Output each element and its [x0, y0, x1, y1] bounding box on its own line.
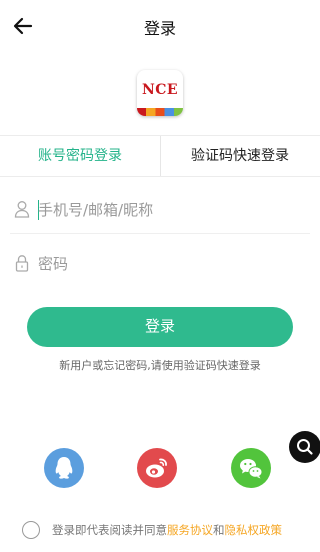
agreement-text: 登录即代表阅读并同意服务协议和隐私权政策 — [52, 522, 282, 538]
tab-password-login[interactable]: 账号密码登录 — [0, 136, 160, 176]
password-field — [0, 240, 320, 288]
divider — [0, 176, 320, 177]
agreement-prefix: 登录即代表阅读并同意 — [52, 523, 167, 537]
field-underline — [10, 233, 310, 234]
lock-icon — [14, 254, 30, 272]
logo-stripe — [137, 108, 183, 116]
logo-text: NCE — [141, 82, 179, 98]
wechat-icon[interactable] — [231, 448, 271, 488]
login-tabs: 账号密码登录 验证码快速登录 — [0, 136, 320, 176]
agree-checkbox[interactable] — [22, 521, 40, 539]
user-icon — [14, 200, 30, 218]
login-hint: 新用户或忘记密码,请使用验证码快速登录 — [59, 359, 261, 372]
privacy-policy-link[interactable]: 隐私权政策 — [225, 523, 283, 537]
weibo-icon[interactable] — [137, 448, 177, 488]
tab-code-login[interactable]: 验证码快速登录 — [160, 136, 320, 176]
search-icon[interactable] — [289, 431, 320, 463]
account-field — [0, 186, 320, 234]
page-title: 登录 — [143, 19, 176, 38]
agreement-and: 和 — [213, 523, 225, 537]
password-input[interactable] — [38, 248, 298, 280]
account-input[interactable] — [38, 194, 298, 226]
qq-icon[interactable] — [44, 448, 84, 488]
header-bar: 登录 — [0, 0, 320, 52]
service-agreement-link[interactable]: 服务协议 — [167, 523, 213, 537]
agreement-row: 登录即代表阅读并同意服务协议和隐私权政策 — [22, 520, 320, 540]
login-button[interactable]: 登录 — [27, 307, 293, 347]
app-logo: NCE — [137, 70, 183, 116]
